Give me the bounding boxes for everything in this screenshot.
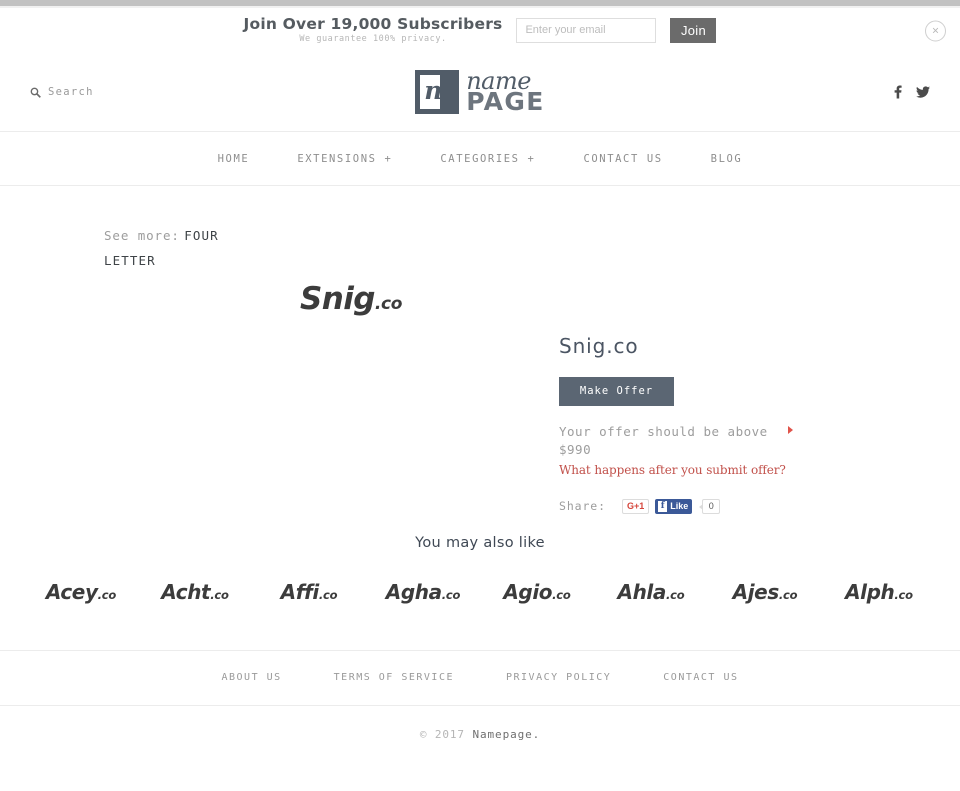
nav-item-contact-us[interactable]: CONTACT US <box>559 153 686 165</box>
also-like-name: Affi <box>280 579 320 604</box>
also-like-item[interactable]: Affi.co <box>252 580 366 604</box>
close-icon[interactable]: × <box>925 20 946 41</box>
domain-artwork-name: Snig <box>300 280 375 317</box>
footer-nav: ABOUT US TERMS OF SERVICE PRIVACY POLICY… <box>0 651 960 706</box>
footer-link-contact-us[interactable]: CONTACT US <box>637 672 764 683</box>
footer-link-privacy-policy[interactable]: PRIVACY POLICY <box>480 672 637 683</box>
logo-mark-letter: n <box>424 76 443 105</box>
also-like-heading: You may also like <box>415 534 545 551</box>
also-like-name: Agha <box>385 579 442 604</box>
google-plus-share-button[interactable]: G+1 <box>621 498 650 514</box>
make-offer-button[interactable]: Make Offer <box>559 376 674 406</box>
also-like-tld: .co <box>210 587 229 602</box>
also-like-item[interactable]: Acey.co <box>24 580 138 604</box>
subscribe-banner-inner: Join Over 19,000 Subscribers We guarante… <box>244 16 717 44</box>
also-like-name: Acht <box>161 579 211 604</box>
footer-link-about-us[interactable]: ABOUT US <box>195 672 307 683</box>
subscribe-text-block: Join Over 19,000 Subscribers We guarante… <box>244 16 503 44</box>
offer-minimum-text: Your offer should be above $990 <box>559 423 768 457</box>
also-like-grid: Acey.co Acht.co Affi.co Agha.co Agio.co … <box>0 551 960 604</box>
join-button[interactable]: Join <box>670 17 717 43</box>
also-like-item[interactable]: Ajes.co <box>708 580 822 604</box>
also-like-item[interactable]: Alph.co <box>822 580 936 604</box>
twitter-icon[interactable] <box>916 86 930 99</box>
social-links <box>892 85 930 99</box>
search-icon <box>30 87 41 98</box>
copyright-brand: Namepage. <box>472 727 541 741</box>
facebook-f-icon: f <box>658 500 668 512</box>
search-button[interactable]: Search <box>30 86 94 98</box>
logo-page-text: PAGE <box>466 86 545 116</box>
also-like-tld: .co <box>552 587 571 602</box>
site-header: Search n name PAGE <box>0 53 960 132</box>
share-buttons: G+1 f Like 0 <box>621 498 721 514</box>
site-logo[interactable]: n name PAGE <box>415 69 545 116</box>
also-like-item[interactable]: Agio.co <box>480 580 594 604</box>
product-details: Snig.co Make Offer Your offer should be … <box>559 334 859 514</box>
offer-info-link[interactable]: What happens after you submit offer? <box>559 463 859 477</box>
facebook-like-label: Like <box>670 501 689 512</box>
also-like-item[interactable]: Acht.co <box>138 580 252 604</box>
nav-item-blog[interactable]: BLOG <box>687 153 767 165</box>
also-like-name: Alph <box>845 579 895 604</box>
also-like-tld: .co <box>441 587 461 602</box>
search-label: Search <box>48 86 94 98</box>
share-label: Share: <box>559 499 606 514</box>
also-like-tld: .co <box>894 587 913 602</box>
also-like-tld: .co <box>665 587 685 602</box>
also-like-name: Ahla <box>617 579 667 604</box>
also-like-name: Ajes <box>732 579 780 604</box>
logo-mark-icon: n <box>415 70 460 114</box>
also-like-name: Agio <box>503 579 553 604</box>
also-like-item[interactable]: Agha.co <box>366 580 480 604</box>
subscribe-banner: Join Over 19,000 Subscribers We guarante… <box>0 8 960 53</box>
domain-artwork-tld: .co <box>374 293 403 314</box>
see-more-breadcrumb: See more: FOUR LETTER <box>0 186 250 274</box>
see-more-label: See more: <box>104 228 180 243</box>
also-like-item[interactable]: Ahla.co <box>594 580 708 604</box>
product-section: Snig.co Snig.co Make Offer Your offer sh… <box>0 274 960 529</box>
facebook-icon[interactable] <box>892 85 903 99</box>
offer-minimum-note: Your offer should be above $990 <box>559 423 793 459</box>
subscribe-headline: Join Over 19,000 Subscribers <box>243 15 503 34</box>
also-like-tld: .co <box>778 587 798 602</box>
also-like-name: Acey <box>45 579 98 604</box>
domain-artwork: Snig.co <box>300 280 403 317</box>
page-title: Snig.co <box>559 333 639 358</box>
share-row: Share: G+1 f Like 0 <box>559 498 859 514</box>
arrow-right-icon <box>788 425 793 434</box>
nav-item-categories[interactable]: CATEGORIES + <box>416 153 559 165</box>
primary-nav: HOME EXTENSIONS + CATEGORIES + CONTACT U… <box>0 132 960 186</box>
copyright-prefix: © 2017 <box>419 727 473 741</box>
nav-item-home[interactable]: HOME <box>194 153 274 165</box>
email-input[interactable] <box>516 17 657 43</box>
subscribe-subline: We guarantee 100% privacy. <box>299 34 447 45</box>
facebook-like-button[interactable]: f Like <box>655 498 693 514</box>
facebook-like-count[interactable]: 0 <box>699 498 721 514</box>
copyright: © 2017 Namepage. <box>0 706 960 741</box>
also-like-tld: .co <box>318 587 338 602</box>
logo-wordmark: name PAGE <box>466 69 545 116</box>
footer-link-terms-of-service[interactable]: TERMS OF SERVICE <box>308 672 480 683</box>
also-like-tld: .co <box>97 587 117 602</box>
nav-item-extensions[interactable]: EXTENSIONS + <box>273 153 416 165</box>
